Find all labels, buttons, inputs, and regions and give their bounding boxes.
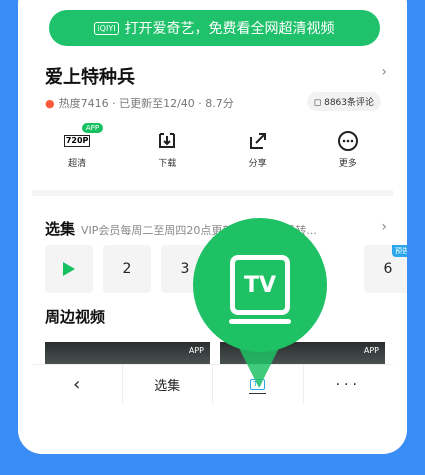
fire-icon: ● <box>45 96 55 110</box>
share-label: 分享 <box>248 159 267 169</box>
episode-list: 2 3 <box>45 245 209 293</box>
show-meta: ● 热度7416 · 已更新至12/40 · 8.7分 <box>45 95 234 111</box>
quality-label: 超清 <box>68 159 87 169</box>
play-icon <box>63 262 75 276</box>
open-app-banner[interactable]: iQIYI 打开爱奇艺，免费看全网超清视频 <box>49 10 380 46</box>
bottom-toolbar: ‹ 选集 TV ··· <box>32 364 393 404</box>
more-label: 更多 <box>338 159 357 169</box>
episodes-tab[interactable]: 选集 <box>123 365 213 404</box>
action-bar: 720P APP 超清 下载 分享 更多 <box>32 123 393 180</box>
share-button[interactable]: 分享 <box>213 130 303 180</box>
comments-button[interactable]: ◻ 8863条评论 <box>306 92 381 111</box>
comments-count: 8863条评论 <box>324 98 374 108</box>
video-thumbnail[interactable]: APP <box>45 342 210 364</box>
more-button[interactable]: 更多 <box>303 130 393 180</box>
banner-text: 打开爱奇艺，免费看全网超清视频 <box>124 21 335 37</box>
download-button[interactable]: 下载 <box>122 130 212 180</box>
show-title: 爱上特种兵 <box>45 67 135 88</box>
chevron-right-icon[interactable]: › <box>381 64 387 80</box>
section-divider <box>32 190 393 196</box>
tv-callout-bubble: TV <box>193 218 327 352</box>
hd-icon: 720P <box>63 135 91 147</box>
thumb-app-tag: APP <box>188 346 204 355</box>
share-icon <box>248 130 268 152</box>
episodes-title: 选集 <box>45 220 76 238</box>
chevron-right-icon[interactable]: › <box>381 219 387 235</box>
comment-icon: ◻ <box>313 98 322 108</box>
download-icon <box>157 130 177 152</box>
episode-number: 6 <box>383 261 393 277</box>
video-detail-screen: iQIYI 打开爱奇艺，免费看全网超清视频 爱上特种兵 › ● 热度7416 ·… <box>32 0 407 428</box>
nearby-videos-title: 周边视频 <box>45 308 106 326</box>
phone-frame: iQIYI 打开爱奇艺，免费看全网超清视频 爱上特种兵 › ● 热度7416 ·… <box>18 0 407 454</box>
thumb-app-tag: APP <box>363 346 379 355</box>
app-badge: APP <box>81 123 104 133</box>
quality-button[interactable]: 720P APP 超清 <box>32 123 122 180</box>
iqiyi-logo-icon: iQIYI <box>94 21 119 35</box>
more-options-button[interactable]: ··· <box>304 365 394 404</box>
back-icon: ‹ <box>73 374 81 395</box>
episode-play-button[interactable] <box>45 245 93 293</box>
preview-badge: 预告 <box>392 245 407 257</box>
more-icon <box>337 130 359 152</box>
tv-icon: TV <box>229 255 291 324</box>
show-meta-text: 热度7416 · 已更新至12/40 · 8.7分 <box>58 97 234 110</box>
download-label: 下载 <box>158 159 177 169</box>
back-button[interactable]: ‹ <box>32 365 123 404</box>
episode-item-preview[interactable]: 预告 6 <box>364 245 407 293</box>
episode-item[interactable]: 2 <box>103 245 151 293</box>
